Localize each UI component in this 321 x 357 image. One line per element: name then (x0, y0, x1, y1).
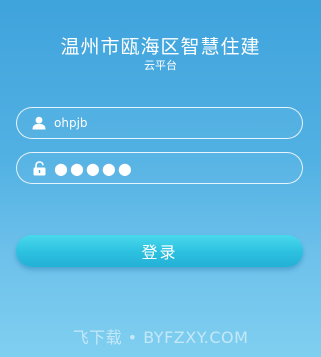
username-field[interactable] (16, 107, 303, 139)
watermark-text: 飞下载 • BYFZXY.COM (72, 328, 249, 347)
page-subtitle: 云平台 (144, 59, 177, 72)
login-button[interactable]: 登录 (16, 235, 303, 267)
lock-icon (31, 160, 47, 176)
password-input[interactable] (54, 158, 284, 178)
user-icon (31, 115, 47, 131)
password-field[interactable] (16, 152, 303, 184)
username-input[interactable] (54, 116, 284, 130)
page-title: 温州市瓯海区智慧住建 (60, 36, 261, 58)
